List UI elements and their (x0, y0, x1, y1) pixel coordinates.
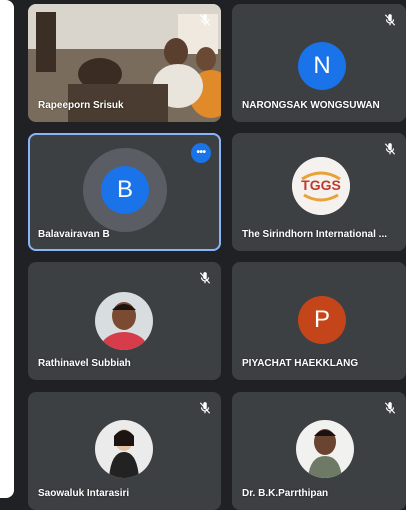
participant-name: Rathinavel Subbiah (38, 358, 131, 369)
participant-tile-piyachat[interactable]: P PIYACHAT HAEKKLANG (232, 262, 406, 380)
avatar: P (298, 296, 346, 344)
avatar (95, 292, 153, 350)
avatar (95, 420, 153, 478)
more-options-label: ••• (196, 147, 206, 158)
participant-name: Saowaluk Intarasiri (38, 488, 130, 499)
avatar (296, 420, 354, 478)
profile-photo (95, 420, 153, 478)
profile-photo (296, 420, 354, 478)
mic-off-icon (383, 142, 397, 156)
participant-tile-parrthipan[interactable]: Dr. B.K.Parrthipan (232, 392, 406, 510)
participant-name: Dr. B.K.Parrthipan (242, 488, 329, 499)
mic-off-icon (198, 13, 212, 27)
avatar-letter: P (313, 306, 330, 333)
participant-name: PIYACHAT HAEKKLANG (242, 358, 359, 369)
participant-name: Rapeeporn Srisuk (38, 100, 124, 111)
tggs-logo-text: TGGS (301, 177, 341, 193)
participant-tile-rapeeporn[interactable]: Rapeeporn Srisuk (28, 4, 221, 122)
avatar-letter: B (116, 176, 133, 203)
mic-off-icon (198, 401, 212, 415)
avatar: N (298, 42, 346, 90)
mic-off-icon (383, 13, 397, 27)
participant-tile-saowaluk[interactable]: Saowaluk Intarasiri (28, 392, 221, 510)
participant-tile-rathinavel[interactable]: Rathinavel Subbiah (28, 262, 221, 380)
participant-name: Balavairavan B (38, 229, 110, 240)
profile-photo (95, 292, 153, 350)
participant-name: The Sirindhorn International ... (242, 229, 388, 240)
more-options-icon[interactable]: ••• (191, 143, 211, 163)
participant-name: NARONGSAK WONGSUWAN (242, 100, 380, 111)
side-panel (0, 0, 14, 498)
avatar: B (101, 166, 149, 214)
participant-tile-narongsak[interactable]: N NARONGSAK WONGSUWAN (232, 4, 406, 122)
participant-tile-sirindhorn[interactable]: TGGS The Sirindhorn International ... (232, 133, 406, 251)
avatar-letter: N (313, 52, 331, 79)
avatar: TGGS (292, 157, 350, 215)
mic-off-icon (383, 401, 397, 415)
participant-tile-balavairavan[interactable]: B ••• Balavairavan B (28, 133, 221, 251)
mic-off-icon (198, 271, 212, 285)
